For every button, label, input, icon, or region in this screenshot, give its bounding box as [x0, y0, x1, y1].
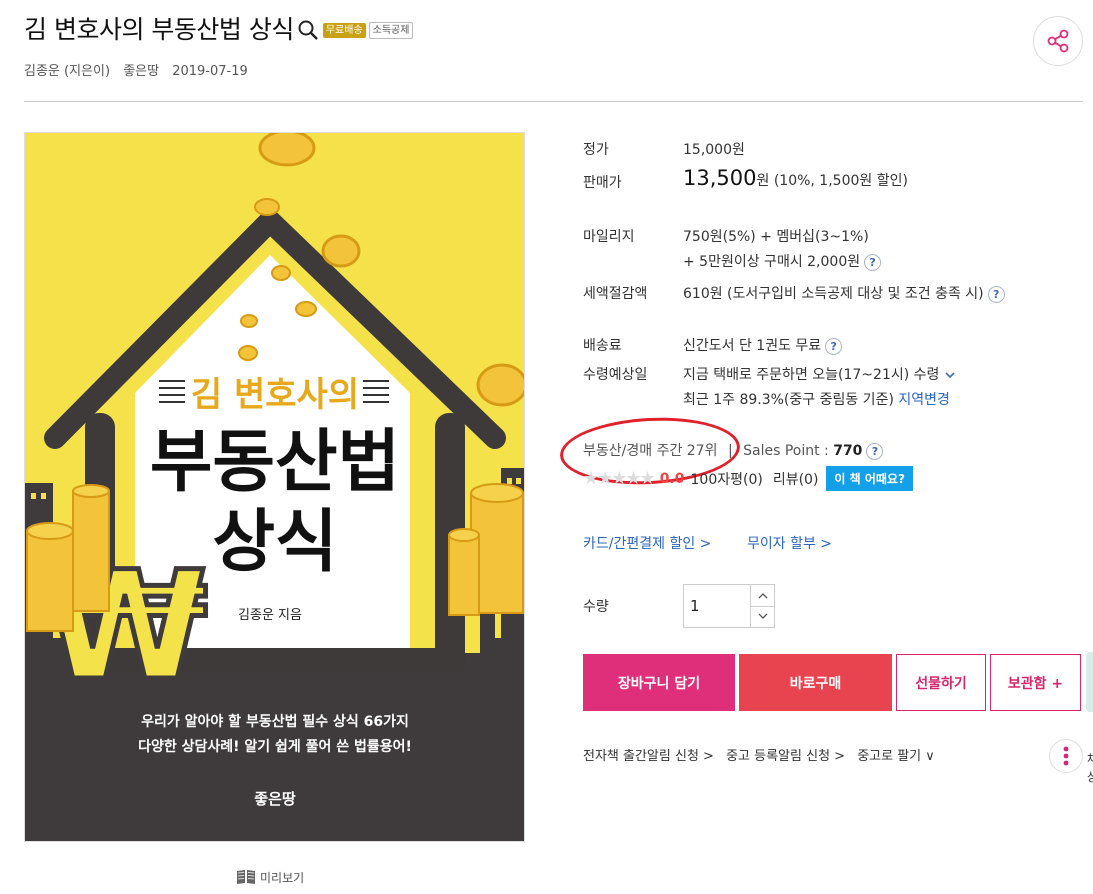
publisher-link[interactable]: 좋은땅 — [123, 64, 159, 79]
sell-used-link[interactable]: 중고로 팔기 ∨ — [857, 749, 935, 764]
more-vertical-icon — [1063, 746, 1069, 766]
header-divider — [24, 101, 1083, 102]
quantity-arrows[interactable] — [750, 585, 774, 627]
sale-price-unit: 원 — [756, 173, 770, 189]
tax-saving-value: 610원 (도서구입비 소득공제 대상 및 조건 충족 시) — [683, 286, 984, 302]
share-button[interactable] — [1033, 16, 1083, 66]
tax-saving-label: 세액절감액 — [583, 286, 648, 302]
sales-point-value: 770 — [833, 443, 863, 459]
mileage-line1: 750원(5%) + 멤버십(3~1%) — [683, 229, 869, 245]
mileage-label: 마일리지 — [583, 229, 635, 245]
quantity-input[interactable] — [684, 585, 750, 627]
book-icon — [237, 870, 255, 884]
buy-now-button[interactable]: 바로구매 — [739, 654, 892, 711]
cover-title-line2: 부동산법 — [150, 423, 400, 502]
shipping-fee-label: 배송료 — [583, 338, 622, 354]
delivery-eta-wrap[interactable]: 지금 택배로 주문하면 오늘(17~21시) 수령 — [683, 364, 956, 384]
chevron-down-icon — [945, 372, 955, 379]
sale-price-label: 판매가 — [583, 175, 622, 191]
quantity-down-icon[interactable] — [751, 607, 774, 628]
cover-desc-line2: 다양한 상담사례! 알기 쉽게 풀어 쓴 법률용어! — [138, 738, 412, 755]
delivery-eta-value: 지금 택배로 주문하면 오늘(17~21시) 수령 — [683, 367, 940, 383]
cover-author: 김종운 지음 — [238, 608, 302, 623]
list-price-value: 15,000원 — [683, 142, 745, 158]
cover-desc-line1: 우리가 알아야 할 부동산법 필수 상식 66가지 — [141, 713, 409, 730]
tax-help-icon[interactable]: ? — [987, 285, 1005, 303]
sales-point-help-icon[interactable]: ? — [866, 442, 884, 460]
sale-discount: (10%, 1,500원 할인) — [773, 173, 908, 189]
bottom-links: 전자책 출간알림 신청 > 중고 등록알림 신청 > 중고로 팔기 ∨ — [583, 745, 943, 764]
list-price-label: 정가 — [583, 142, 609, 158]
more-options-button[interactable] — [1049, 739, 1083, 773]
wishlist-button[interactable]: 보관함 + — [990, 654, 1081, 711]
title-row: 김 변호사의 부동산법 상식 무료배송 소득공제 — [24, 10, 414, 46]
side-panel-edge[interactable] — [1086, 652, 1093, 712]
quantity-stepper[interactable] — [683, 584, 775, 628]
how-about-book-button[interactable]: 이 책 어때요? — [826, 466, 913, 491]
used-alert-link[interactable]: 중고 등록알림 신청 > — [726, 749, 845, 764]
side-edge-text: 채 상 — [1087, 752, 1093, 784]
ebook-alert-link[interactable]: 전자책 출간알림 신청 > — [583, 749, 714, 764]
installment-link[interactable]: 무이자 할부 > — [747, 533, 832, 553]
cover-title-line3: 상식 — [212, 503, 337, 582]
delivery-eta-label: 수령예상일 — [583, 367, 648, 383]
review-count[interactable]: 리뷰(0) — [773, 469, 819, 489]
author-link[interactable]: 김종운 (지은이) — [24, 64, 110, 79]
delivery-sub-wrap: 최근 1주 89.3%(중구 중림동 기준) 지역변경 — [683, 389, 950, 409]
add-to-cart-button[interactable]: 장바구니 담기 — [583, 654, 735, 711]
shipping-fee-wrap: 신간도서 단 1권도 무료? — [683, 335, 843, 355]
sales-point-label: Sales Point : — [743, 443, 834, 459]
star-icon: ★★★★★ — [583, 468, 656, 489]
rating-row: ★★★★★ 0.0 100자평(0) 리뷰(0) 이 책 어때요? — [583, 466, 913, 491]
rating-score: 0.0 — [659, 470, 685, 487]
book-meta: 김종운 (지은이) 좋은땅 2019-07-19 — [24, 60, 257, 79]
cover-publisher: 좋은땅 — [254, 790, 296, 808]
search-icon[interactable] — [296, 18, 320, 42]
mileage-help-icon[interactable]: ? — [864, 253, 882, 271]
tax-deduction-badge: 소득공제 — [368, 21, 414, 39]
quantity-up-icon[interactable] — [751, 585, 774, 607]
card-discount-link[interactable]: 카드/간편결제 할인 > — [583, 533, 711, 553]
page-title: 김 변호사의 부동산법 상식 — [24, 15, 294, 44]
region-change-link[interactable]: 지역변경 — [898, 392, 950, 408]
shipping-fee-value: 신간도서 단 1권도 무료 — [683, 338, 822, 354]
sale-price: 13,500원 (10%, 1,500원 할인) — [683, 166, 908, 190]
share-icon — [1047, 29, 1069, 53]
publish-date: 2019-07-19 — [172, 64, 248, 79]
gift-button[interactable]: 선물하기 — [896, 654, 986, 711]
shipping-help-icon[interactable]: ? — [825, 337, 843, 355]
preview-label: 미리보기 — [260, 870, 305, 885]
quantity-label: 수량 — [583, 599, 609, 615]
mileage-line2-wrap: + 5만원이상 구매시 2,000원? — [683, 251, 882, 271]
short-review-count[interactable]: 100자평(0) — [691, 469, 763, 489]
preview-link[interactable]: 미리보기 — [235, 868, 304, 886]
free-shipping-badge: 무료배송 — [322, 22, 366, 38]
delivery-stat: 최근 1주 89.3%(중구 중림동 기준) — [683, 392, 894, 408]
mileage-line2: + 5만원이상 구매시 2,000원 — [683, 254, 861, 270]
book-cover[interactable]: 김 변호사의 부동산법 상식 김종운 지음 ₩ 우리가 알아야 할 부동산법 필… — [24, 132, 525, 842]
cover-title-line1: 김 변호사의 — [191, 375, 359, 415]
tax-saving-wrap: 610원 (도서구입비 소득공제 대상 및 조건 충족 시)? — [683, 283, 1005, 303]
sale-price-amount: 13,500 — [683, 166, 757, 190]
